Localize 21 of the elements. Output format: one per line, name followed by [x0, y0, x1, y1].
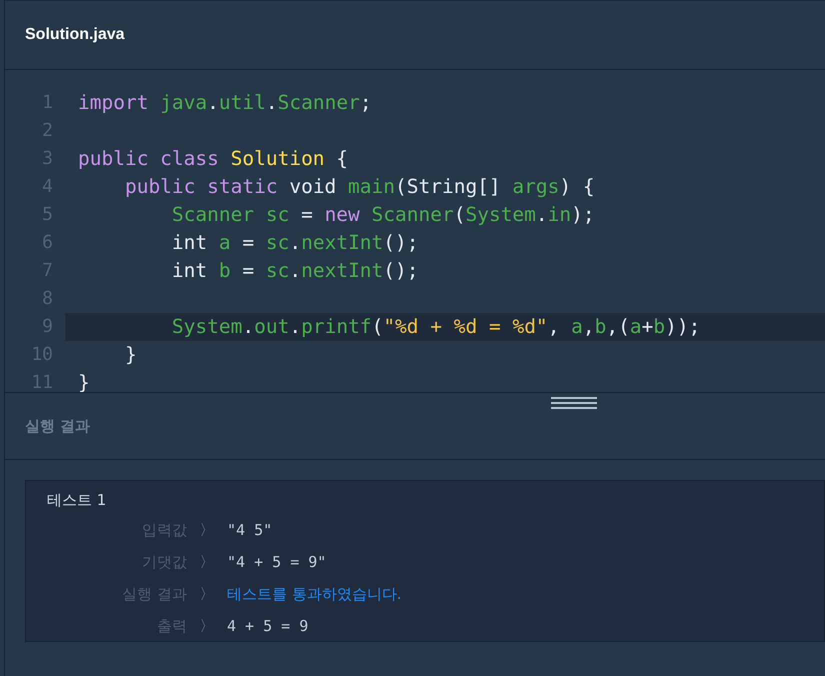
code-line: int b = sc.nextInt(); [170, 259, 419, 282]
code-line: int a = sc.nextInt(); [170, 231, 419, 254]
code-line: } [124, 343, 137, 366]
resize-handle[interactable] [551, 397, 597, 409]
result-value: "4 + 5 = 9" [227, 553, 326, 571]
status-message: 테스트를 통과하였습니다. [227, 584, 402, 604]
code-line: Scanner sc = new Scanner(System.in); [170, 203, 595, 226]
chevron: 〉 [198, 552, 216, 572]
chevron: 〉 [198, 584, 216, 604]
chevron: 〉 [198, 520, 216, 540]
code-line: System.out.printf("%d + %d = %d", a,b,(a+b)); [170, 315, 700, 338]
code-line: public static void main(String[] args) { [124, 175, 595, 198]
code-line: import java.util.Scanner; [78, 91, 372, 114]
result-value: 4 + 5 = 9 [227, 617, 308, 635]
result-value: "4 5" [227, 521, 272, 539]
section-title: 실행 결과 [25, 416, 90, 436]
code-line: public class Solution { [78, 147, 348, 170]
chevron: 〉 [198, 616, 216, 636]
test-title: 테스트 1 [47, 490, 108, 511]
code-line: } [78, 371, 90, 394]
file-tab[interactable]: Solution.java [25, 26, 125, 44]
